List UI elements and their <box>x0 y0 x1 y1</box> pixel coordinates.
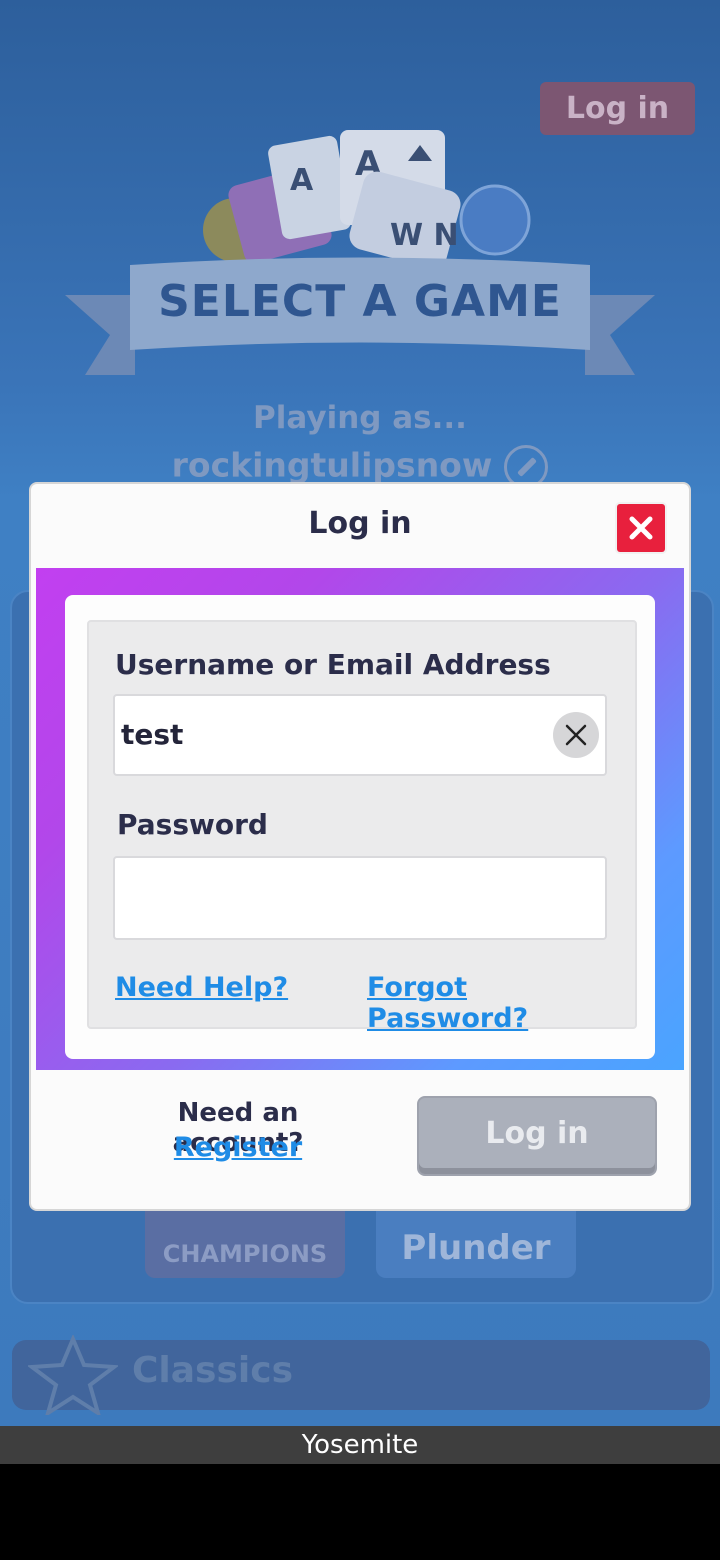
form-inner-panel: Username or Email Address test Password … <box>87 620 637 1034</box>
password-label: Password <box>117 808 268 841</box>
username-input[interactable]: test <box>113 694 607 776</box>
username-text: rockingtulipsnow <box>171 445 493 485</box>
system-bar-label: Yosemite <box>0 1426 720 1464</box>
form-background: Username or Email Address test Password … <box>36 568 684 1070</box>
form-card: Username or Email Address test Password … <box>65 595 655 1059</box>
playing-as-label: Playing as... <box>253 400 467 436</box>
modal-title: Log in <box>308 506 412 541</box>
username-label: Username or Email Address <box>115 648 551 681</box>
svg-text:W N: W N <box>390 218 459 253</box>
register-link[interactable]: Register <box>113 1132 363 1163</box>
game-cards-illustration: A A W N <box>203 130 531 265</box>
game-tile-plunder-label: Plunder <box>401 1228 551 1268</box>
password-input[interactable] <box>113 856 607 940</box>
svg-text:A: A <box>290 163 314 198</box>
username-input-value: test <box>121 718 184 751</box>
edit-pencil-icon[interactable] <box>504 445 549 489</box>
need-help-link[interactable]: Need Help? <box>115 972 288 1003</box>
star-icon <box>28 1335 118 1415</box>
game-tile-champions-label: CHAMPIONS <box>162 1240 328 1268</box>
login-button[interactable]: Log in <box>417 1096 657 1176</box>
header-login-button[interactable]: Log in <box>540 82 695 135</box>
clear-x-icon <box>565 724 587 746</box>
game-tile-champions[interactable]: CHAMPIONS <box>145 1200 345 1278</box>
clear-input-button[interactable] <box>553 712 599 758</box>
classics-label: Classics <box>132 1350 294 1391</box>
close-button[interactable] <box>617 504 665 552</box>
forgot-password-link[interactable]: Forgot Password? <box>367 972 635 1034</box>
username-display: rockingtulipsnow <box>0 445 720 489</box>
select-game-title: SELECT A GAME <box>158 276 562 327</box>
game-tile-plunder[interactable]: Plunder <box>376 1200 576 1278</box>
close-icon <box>629 516 653 540</box>
login-modal: Log in Username or Email Address test Pa… <box>31 484 689 1209</box>
